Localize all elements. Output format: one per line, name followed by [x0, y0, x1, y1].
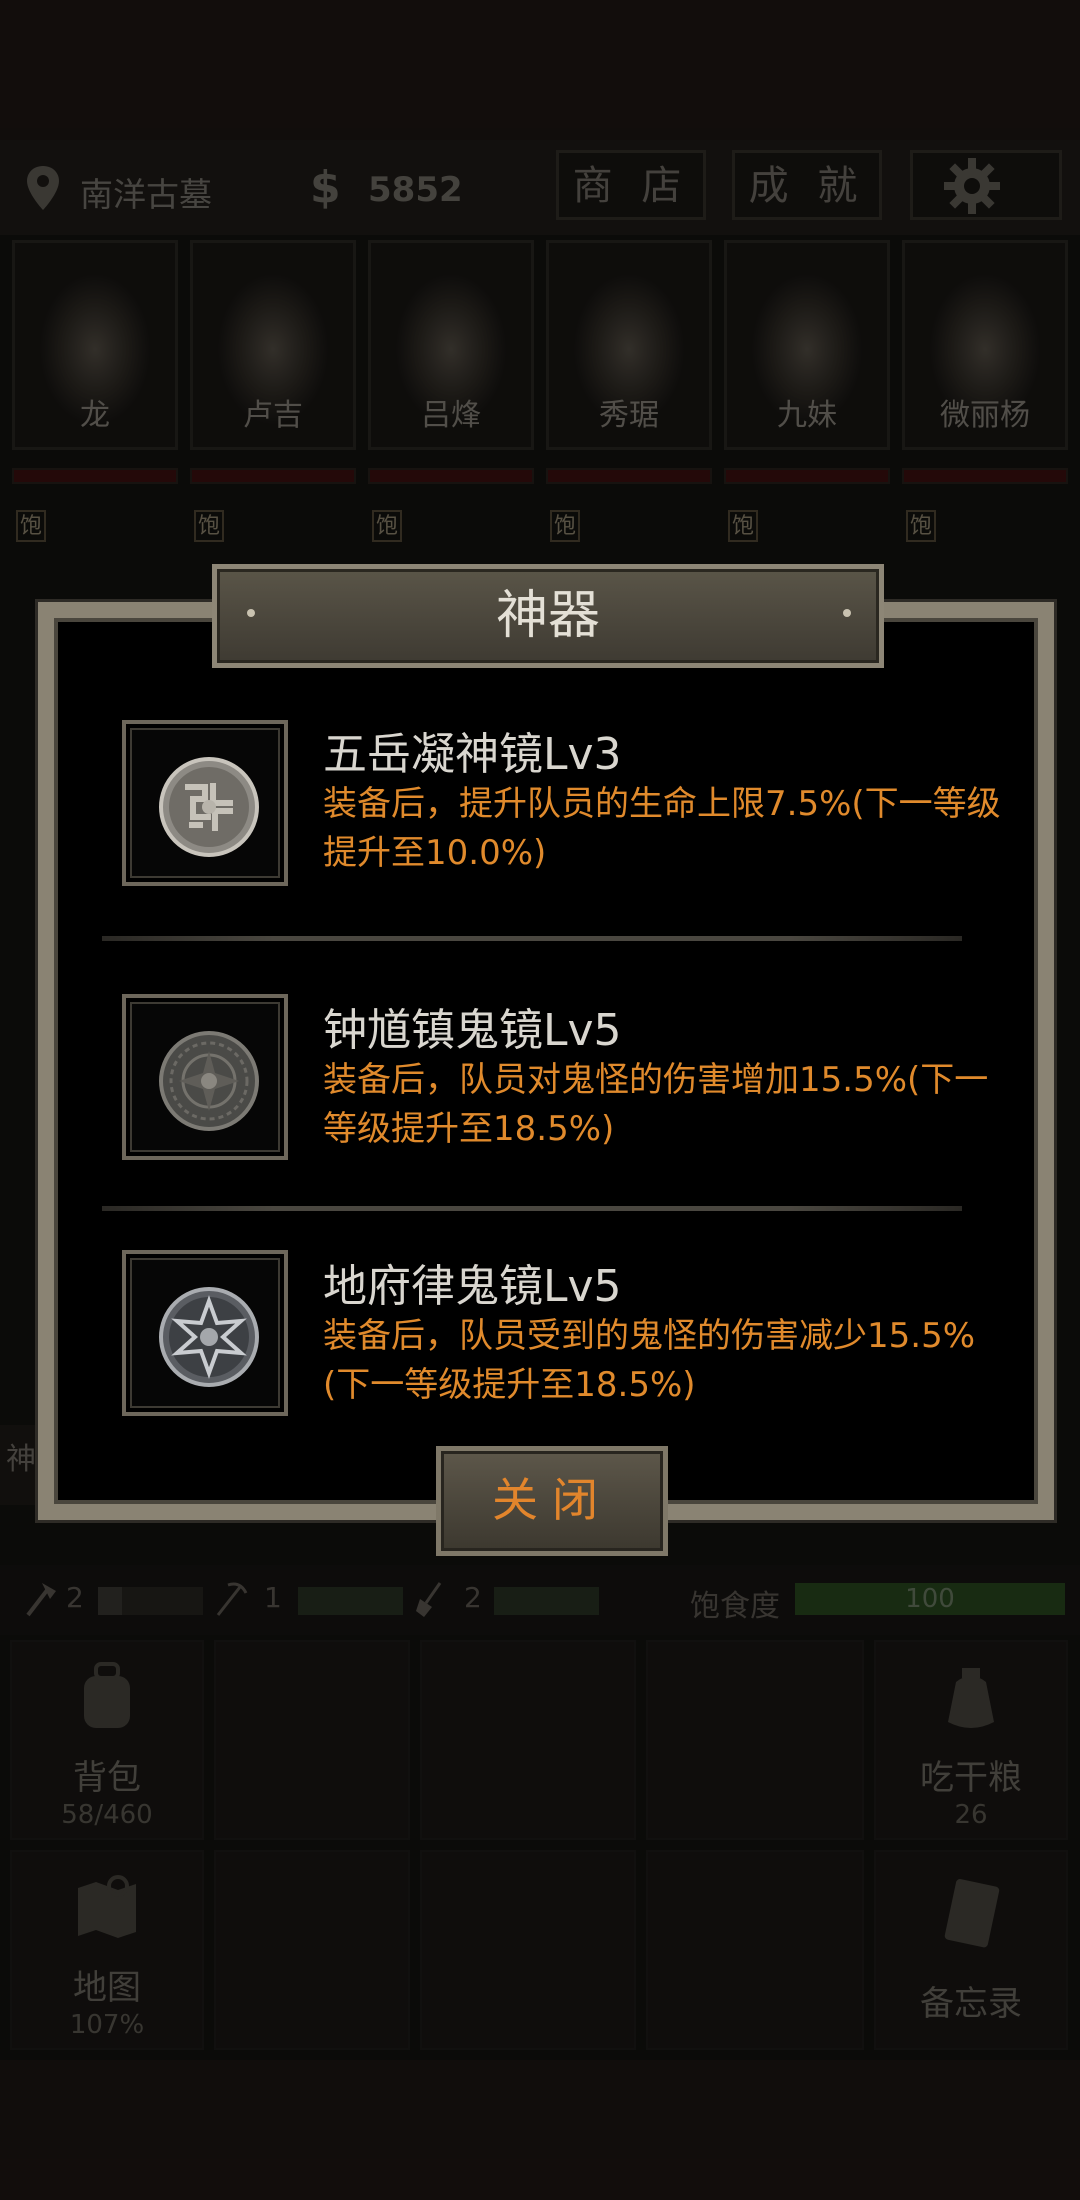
artifact-name: 钟馗镇鬼镜Lv5	[323, 1005, 622, 1056]
artifact-icon-frame	[122, 720, 288, 886]
artifact-description: 装备后，提升队员的生命上限7.5%(下一等级提升至10.0%)	[323, 784, 1001, 873]
dialog-title: 神器	[495, 586, 600, 646]
close-button[interactable]: 关闭	[436, 1446, 668, 1556]
mirror-wuyue-icon	[159, 757, 259, 857]
artifact-name: 五岳凝神镜Lv3	[323, 729, 622, 780]
artifact-description: 装备后，队员对鬼怪的伤害增加15.5%(下一等级提升至18.5%)	[323, 1060, 989, 1149]
artifact-name: 地府律鬼镜Lv5	[323, 1261, 622, 1312]
artifact-icon-frame	[122, 994, 288, 1160]
dialog-title-plate: 神器	[212, 564, 884, 668]
artifact-icon-frame	[122, 1250, 288, 1416]
divider	[102, 936, 962, 941]
mirror-difu-icon	[159, 1287, 259, 1387]
divider	[102, 1206, 962, 1211]
artifact-description: 装备后，队员受到的鬼怪的伤害减少15.5%(下一等级提升至18.5%)	[323, 1316, 976, 1405]
mirror-zhongkui-icon	[159, 1031, 259, 1131]
